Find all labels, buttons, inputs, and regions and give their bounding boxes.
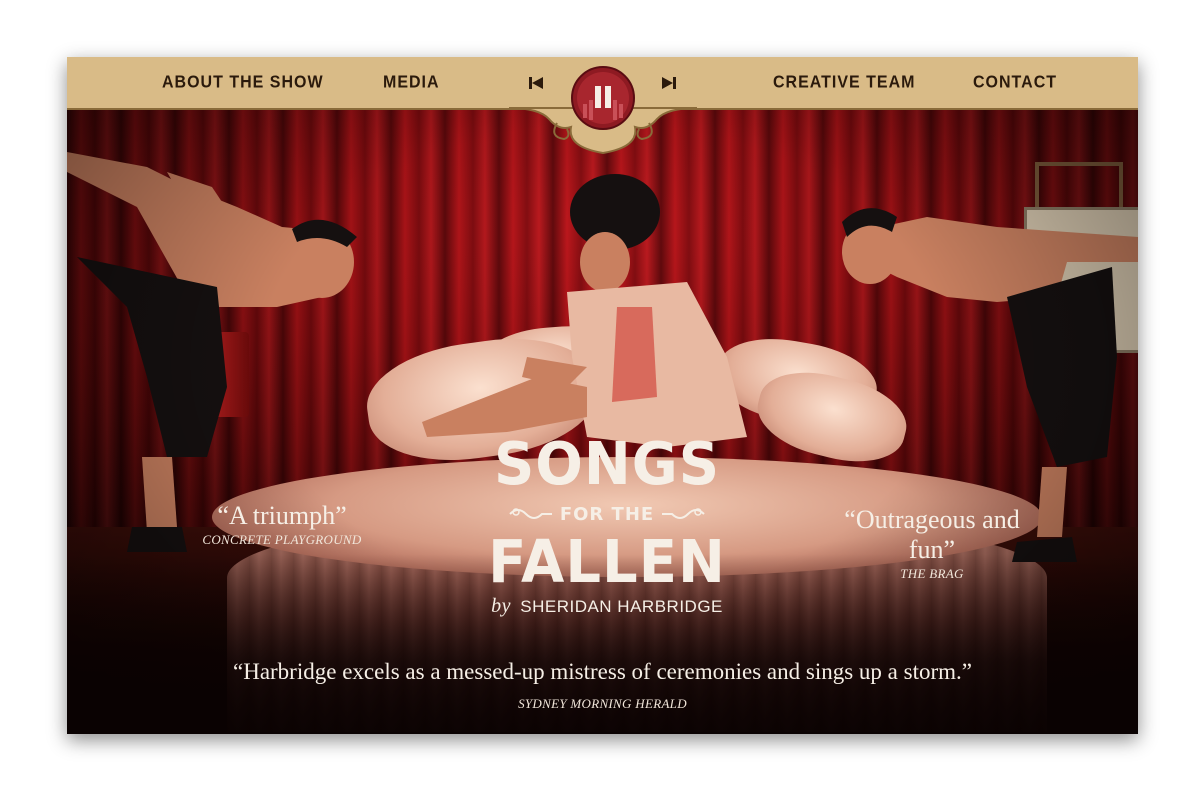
title-for-the-row: FOR THE bbox=[487, 499, 727, 529]
nav-media[interactable]: MEDIA bbox=[383, 57, 440, 111]
skip-previous-icon bbox=[529, 77, 543, 89]
site-frame: ABOUT THE SHOW MEDIA CREATIVE TEAM CONTA… bbox=[67, 57, 1138, 734]
quote-text: “Harbridge excels as a messed-up mistres… bbox=[233, 659, 972, 684]
quote-text: “A triumph” bbox=[217, 501, 347, 530]
next-track-button[interactable] bbox=[659, 73, 679, 93]
quote-text: “Outrageous and fun” bbox=[844, 505, 1020, 564]
quote-source: CONCRETE PLAYGROUND bbox=[202, 532, 362, 547]
press-quote-right: “Outrageous and fun” THE BRAG bbox=[827, 505, 1037, 583]
nav-contact[interactable]: CONTACT bbox=[973, 57, 1057, 111]
flourish-left-icon bbox=[509, 508, 552, 519]
pause-icon bbox=[571, 66, 635, 130]
byline-author: SHERIDAN HARBRIDGE bbox=[520, 597, 723, 616]
play-pause-button[interactable] bbox=[571, 66, 635, 130]
previous-track-button[interactable] bbox=[526, 73, 546, 93]
skip-next-icon bbox=[662, 77, 676, 89]
byline: by SHERIDAN HARBRIDGE bbox=[487, 595, 727, 618]
press-quote-bottom: “Harbridge excels as a messed-up mistres… bbox=[127, 657, 1078, 713]
nav-about-the-show[interactable]: ABOUT THE SHOW bbox=[162, 57, 324, 111]
nav-creative-team[interactable]: CREATIVE TEAM bbox=[773, 57, 915, 111]
show-title: SONGS FOR THE FALLEN by SHERIDAN HARBRID… bbox=[487, 430, 727, 618]
byline-by: by bbox=[491, 595, 511, 617]
title-fallen: FALLEN bbox=[488, 528, 726, 597]
title-for-the: FOR THE bbox=[559, 503, 655, 525]
quote-source: SYDNEY MORNING HERALD bbox=[518, 696, 687, 711]
quote-source: THE BRAG bbox=[900, 566, 964, 581]
flourish-right-icon bbox=[662, 508, 705, 519]
press-quote-left: “A triumph” CONCRETE PLAYGROUND bbox=[177, 501, 387, 549]
hero-stage-photo bbox=[67, 57, 1138, 734]
title-songs: SONGS bbox=[493, 430, 721, 499]
